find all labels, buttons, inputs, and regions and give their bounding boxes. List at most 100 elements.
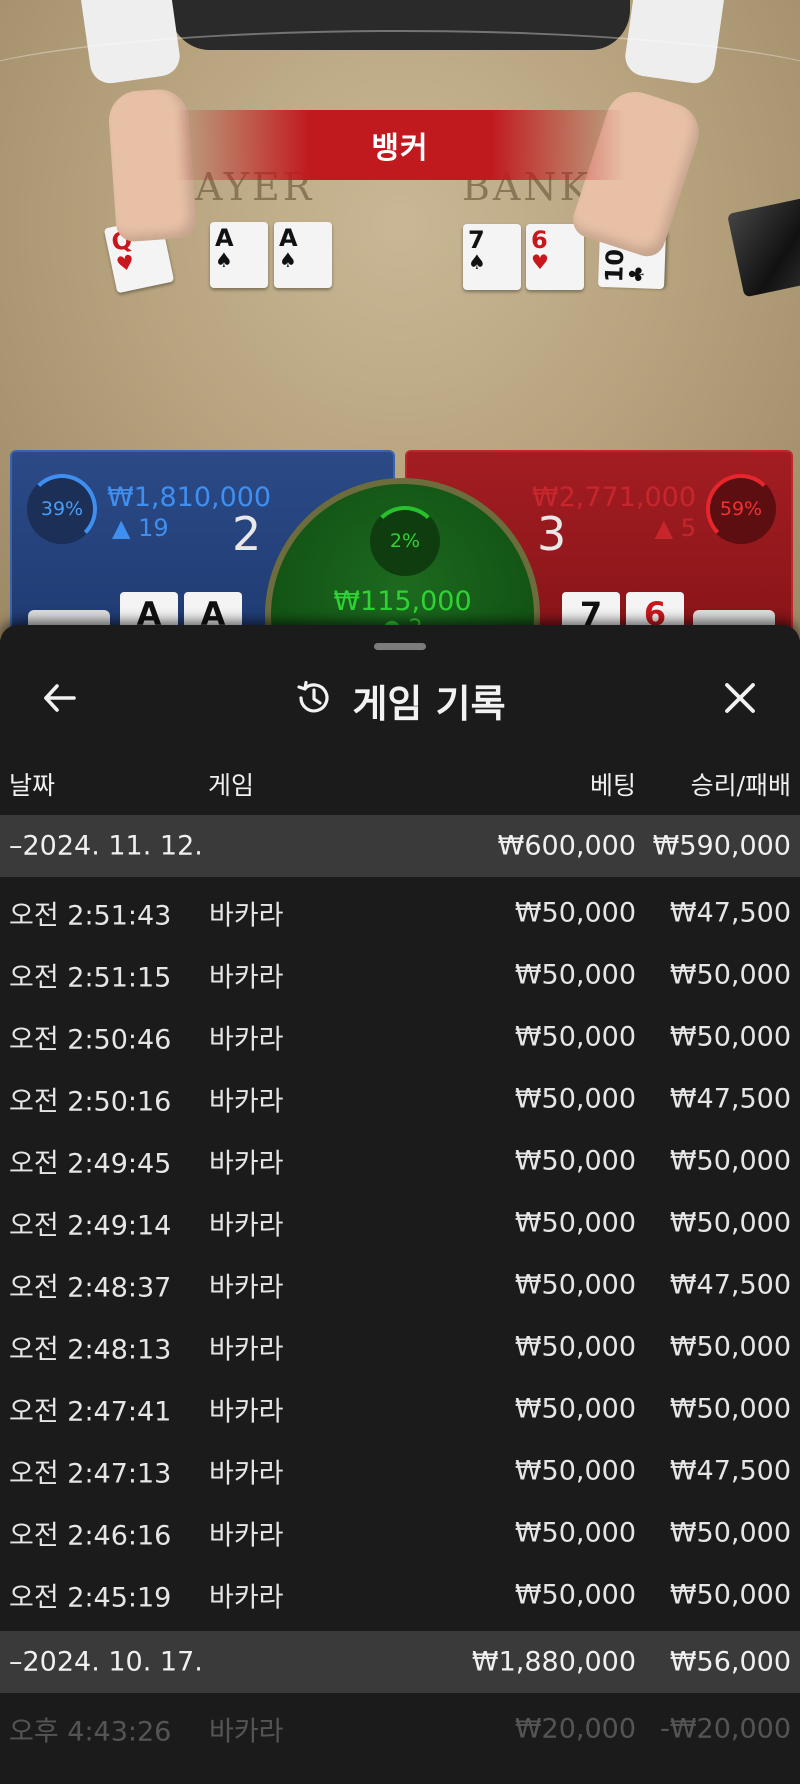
player-score: 2 bbox=[232, 507, 262, 561]
row-bet: ₩50,000 bbox=[514, 897, 636, 929]
row-time: 오전 2:51:43 bbox=[9, 900, 172, 932]
banker-score: 3 bbox=[537, 507, 567, 561]
row-game: 바카라 bbox=[209, 962, 284, 994]
row-bet: ₩50,000 bbox=[514, 1021, 636, 1053]
history-icon bbox=[294, 678, 334, 722]
live-table-view: AYER BANK Q ♥ A ♠ A ♠ 7 ♠ 6 ♥ 10 ♣ 뱅커 39… bbox=[0, 0, 800, 640]
row-time: 오전 2:47:41 bbox=[9, 1396, 172, 1428]
felt-card-banker-1: 7 ♠ bbox=[463, 224, 521, 290]
row-game: 바카라 bbox=[209, 1086, 284, 1118]
row-time: 오전 2:50:46 bbox=[9, 1024, 172, 1056]
banker-percent: 59% bbox=[719, 498, 763, 520]
card-suit: ♠ bbox=[468, 250, 486, 274]
sheet-drag-handle[interactable] bbox=[374, 643, 426, 650]
row-result: ₩50,000 bbox=[669, 1579, 791, 1611]
row-time: 오전 2:49:14 bbox=[9, 1210, 172, 1242]
row-result: -₩20,000 bbox=[660, 1713, 791, 1745]
row-game: 바카라 bbox=[209, 1396, 284, 1428]
player-percent: 39% bbox=[40, 498, 84, 520]
row-result: ₩50,000 bbox=[669, 1145, 791, 1177]
tie-percent-ring: 2% bbox=[370, 506, 440, 576]
row-time: 오전 2:48:37 bbox=[9, 1272, 172, 1304]
card-suit: ♠ bbox=[215, 248, 233, 272]
game-history-sheet: 게임 기록 날짜 게임 베팅 승리/패배 –2024. 11. 12. ₩600… bbox=[0, 625, 800, 1784]
row-bet: ₩50,000 bbox=[514, 1393, 636, 1425]
row-game: 바카라 bbox=[209, 1210, 284, 1242]
group-total-bet: ₩600,000 bbox=[497, 830, 636, 862]
date-group-header[interactable]: –2024. 11. 12. ₩600,000 ₩590,000 bbox=[0, 815, 800, 877]
row-time: 오전 2:49:45 bbox=[9, 1148, 172, 1180]
felt-card-banker-2: 6 ♥ bbox=[526, 224, 584, 290]
player-percent-ring: 39% bbox=[27, 474, 97, 544]
felt-card-player-3: A ♠ bbox=[274, 222, 332, 288]
row-result: ₩50,000 bbox=[669, 1331, 791, 1363]
history-row[interactable]: 오후 4:43:26 바카라 ₩20,000 -₩20,000 bbox=[0, 1698, 800, 1760]
row-game: 바카라 bbox=[209, 1272, 284, 1304]
banker-bettor-count: ▲ 5 bbox=[655, 514, 696, 542]
group-date: –2024. 11. 12. bbox=[9, 830, 203, 862]
row-time: 오전 2:50:16 bbox=[9, 1086, 172, 1118]
row-time: 오전 2:48:13 bbox=[9, 1334, 172, 1366]
row-bet: ₩50,000 bbox=[514, 1517, 636, 1549]
player-bettor-count: ▲ 19 bbox=[112, 514, 169, 542]
history-row[interactable]: 오전 2:46:16 바카라 ₩50,000 ₩50,000 bbox=[0, 1502, 800, 1564]
history-row[interactable]: 오전 2:50:16 바카라 ₩50,000 ₩47,500 bbox=[0, 1068, 800, 1130]
history-row[interactable]: 오전 2:47:41 바카라 ₩50,000 ₩50,000 bbox=[0, 1378, 800, 1440]
history-row[interactable]: 오전 2:48:37 바카라 ₩50,000 ₩47,500 bbox=[0, 1254, 800, 1316]
row-bet: ₩50,000 bbox=[514, 1145, 636, 1177]
group-date: –2024. 10. 17. bbox=[9, 1646, 203, 1678]
row-bet: ₩50,000 bbox=[514, 959, 636, 991]
row-game: 바카라 bbox=[209, 1520, 284, 1552]
group-total-result: ₩590,000 bbox=[652, 830, 791, 862]
date-group-header[interactable]: –2024. 10. 17. ₩1,880,000 ₩56,000 bbox=[0, 1631, 800, 1693]
close-icon bbox=[720, 678, 760, 722]
row-time: 오전 2:45:19 bbox=[9, 1582, 172, 1614]
tie-percent: 2% bbox=[389, 530, 421, 552]
player-count-value: 19 bbox=[138, 514, 169, 542]
column-headers: 날짜 게임 베팅 승리/패배 bbox=[0, 758, 800, 808]
row-bet: ₩20,000 bbox=[514, 1713, 636, 1745]
back-button[interactable] bbox=[32, 672, 88, 728]
user-icon: ▲ bbox=[112, 514, 131, 542]
card-shoe bbox=[727, 197, 800, 298]
row-game: 바카라 bbox=[209, 1334, 284, 1366]
history-row[interactable]: 오전 2:49:45 바카라 ₩50,000 ₩50,000 bbox=[0, 1130, 800, 1192]
row-game: 바카라 bbox=[209, 1148, 284, 1180]
row-bet: ₩50,000 bbox=[514, 1331, 636, 1363]
row-bet: ₩50,000 bbox=[514, 1083, 636, 1115]
banker-count-value: 5 bbox=[680, 514, 696, 542]
row-bet: ₩50,000 bbox=[514, 1579, 636, 1611]
history-list[interactable]: –2024. 11. 12. ₩600,000 ₩590,000 오전 2:51:43… bbox=[0, 815, 800, 1760]
history-row[interactable]: 오전 2:45:19 바카라 ₩50,000 ₩50,000 bbox=[0, 1564, 800, 1626]
row-game: 바카라 bbox=[209, 900, 284, 932]
history-row[interactable]: 오전 2:51:43 바카라 ₩50,000 ₩47,500 bbox=[0, 882, 800, 944]
history-row[interactable]: 오전 2:49:14 바카라 ₩50,000 ₩50,000 bbox=[0, 1192, 800, 1254]
history-row[interactable]: 오전 2:51:15 바카라 ₩50,000 ₩50,000 bbox=[0, 944, 800, 1006]
sheet-header: 게임 기록 bbox=[0, 660, 800, 740]
row-game: 바카라 bbox=[209, 1024, 284, 1056]
history-row[interactable]: 오전 2:50:46 바카라 ₩50,000 ₩50,000 bbox=[0, 1006, 800, 1068]
group-total-result: ₩56,000 bbox=[669, 1646, 791, 1678]
user-icon: ▲ bbox=[654, 514, 674, 542]
group-total-bet: ₩1,880,000 bbox=[471, 1646, 636, 1678]
row-time: 오전 2:51:15 bbox=[9, 962, 172, 994]
winner-banner: 뱅커 bbox=[175, 110, 625, 180]
sheet-title: 게임 기록 bbox=[352, 681, 506, 726]
arrow-left-icon bbox=[40, 678, 80, 722]
row-result: ₩50,000 bbox=[669, 1517, 791, 1549]
col-header-result: 승리/패배 bbox=[690, 771, 791, 800]
row-result: ₩47,500 bbox=[669, 1269, 791, 1301]
close-button[interactable] bbox=[712, 672, 768, 728]
row-game: 바카라 bbox=[209, 1716, 284, 1748]
card-suit: ♠ bbox=[279, 248, 297, 272]
felt-card-player-2: A ♠ bbox=[210, 222, 268, 288]
row-game: 바카라 bbox=[209, 1582, 284, 1614]
history-row[interactable]: 오전 2:47:13 바카라 ₩50,000 ₩47,500 bbox=[0, 1440, 800, 1502]
row-result: ₩50,000 bbox=[669, 1207, 791, 1239]
col-header-bet: 베팅 bbox=[589, 771, 636, 800]
row-result: ₩50,000 bbox=[669, 959, 791, 991]
banker-percent-ring: 59% bbox=[706, 474, 776, 544]
sheet-title-group: 게임 기록 bbox=[0, 660, 800, 740]
history-row[interactable]: 오전 2:48:13 바카라 ₩50,000 ₩50,000 bbox=[0, 1316, 800, 1378]
row-result: ₩47,500 bbox=[669, 1083, 791, 1115]
